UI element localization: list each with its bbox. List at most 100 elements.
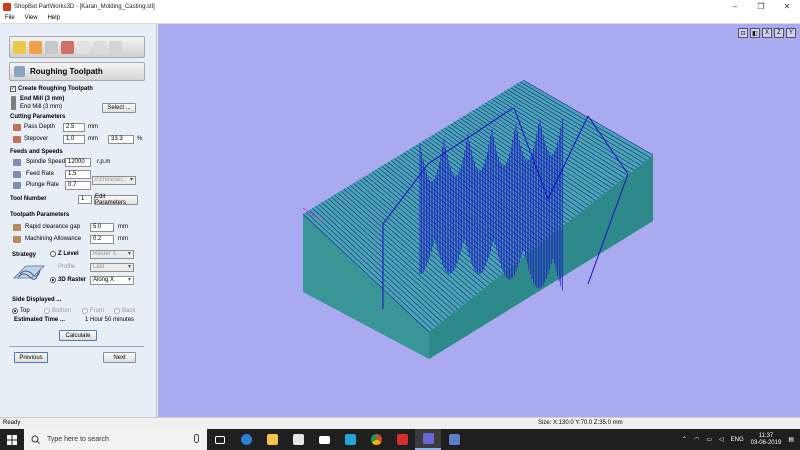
window-title: ShopBot PartWorks3D - [Karan_Molding_Cas…: [14, 3, 155, 10]
menu-file[interactable]: File: [0, 15, 20, 21]
feed-rate-input[interactable]: 1.5: [65, 170, 91, 179]
machining-allowance-input[interactable]: 0.2: [90, 235, 114, 244]
roughing-toolpath-header[interactable]: Roughing Toolpath: [9, 62, 145, 81]
notifications-icon[interactable]: ▤: [788, 436, 794, 443]
side-front-radio[interactable]: [82, 308, 88, 314]
raster3d-select[interactable]: Along X: [90, 276, 134, 285]
toolpath-panel: Roughing Toolpath ✓ Create Roughing Tool…: [0, 24, 157, 417]
panel-divider: [9, 346, 144, 347]
stepover-input[interactable]: 1.0: [63, 135, 85, 144]
close-button[interactable]: ✕: [774, 0, 800, 13]
taskbar-edge[interactable]: [233, 429, 259, 450]
partworks-icon: [422, 433, 434, 444]
stepover-label: Stepover: [24, 136, 49, 142]
estimated-time-label: Estimated Time ...: [14, 317, 65, 323]
profile-select[interactable]: Last: [90, 263, 134, 272]
app-c-icon: [344, 434, 356, 445]
setup-icon[interactable]: [29, 40, 42, 54]
cutting-parameters-header: Cutting Parameters: [10, 114, 66, 120]
pass-depth-icon: [13, 124, 21, 131]
feeds-speeds-header: Feeds and Speeds: [10, 149, 63, 155]
clock-date: 03-06-2019: [750, 439, 782, 446]
search-placeholder: Type here to search: [47, 436, 109, 443]
next-button[interactable]: Next: [103, 352, 136, 363]
taskbar-store[interactable]: [285, 429, 311, 450]
plunge-rate-label: Plunge Rate: [26, 182, 60, 188]
raster3d-label: 3D Raster: [58, 277, 87, 283]
create-roughing-checkbox[interactable]: ✓: [10, 86, 16, 92]
pass-depth-input[interactable]: 2.5: [63, 123, 85, 132]
title-bar: ShopBot PartWorks3D - [Karan_Molding_Cas…: [0, 0, 800, 13]
taskbar-search[interactable]: Type here to search: [24, 429, 207, 450]
previous-button[interactable]: Previous: [14, 352, 48, 363]
taskbar-mail[interactable]: [311, 429, 337, 450]
tool-subtitle: End Mill (3 mm): [20, 104, 63, 110]
toolpath-parameters-header: Toolpath Parameters: [10, 212, 70, 218]
edge-icon: [240, 434, 252, 445]
cutout-icon[interactable]: [93, 40, 106, 54]
task-view-icon: [215, 435, 225, 444]
roughing-header-icon: [14, 66, 25, 77]
select-tool-button[interactable]: Select ...: [102, 103, 136, 113]
taskbar-explorer[interactable]: [259, 429, 285, 450]
app-logo-icon: [3, 2, 11, 11]
clock[interactable]: 11:37 03-06-2019: [751, 433, 782, 447]
spindle-speed-label: Spindle Speed: [26, 159, 66, 165]
language-indicator[interactable]: ENG: [731, 437, 744, 443]
stepover-icon: [13, 136, 21, 143]
volume-icon[interactable]: ◁: [719, 436, 724, 443]
taskbar-viewer[interactable]: [441, 429, 467, 450]
pass-depth-unit: mm: [88, 124, 98, 130]
taskbar-chrome[interactable]: [363, 429, 389, 450]
3d-viewport[interactable]: ⊡ ◧ X Z Y: [158, 24, 800, 417]
toolpath-model-view: [302, 79, 654, 359]
feed-rate-icon: [13, 171, 21, 178]
search-icon: [31, 435, 40, 444]
side-top-radio[interactable]: [12, 308, 18, 314]
feed-unit-select[interactable]: inches/sec: [92, 176, 136, 185]
tool-number-input[interactable]: 1: [78, 195, 92, 204]
taskbar-autodesk[interactable]: [389, 429, 415, 450]
rapid-clearance-unit: mm: [118, 224, 128, 230]
maximize-button[interactable]: ❐: [748, 0, 774, 13]
raster-strategy-icon: [13, 265, 45, 280]
side-back-radio[interactable]: [114, 308, 120, 314]
zlevel-select[interactable]: Raster X: [90, 250, 134, 259]
menu-view[interactable]: View: [20, 15, 43, 21]
calculate-button[interactable]: Calculate: [59, 330, 97, 341]
taskbar-app-c[interactable]: [337, 429, 363, 450]
rapid-clearance-label: Rapid clearance gap: [25, 224, 81, 230]
finishing-icon[interactable]: [77, 40, 90, 54]
taskbar-partworks[interactable]: [415, 429, 441, 450]
tool-title: End Mill (3 mm): [20, 96, 65, 102]
stepover-unit: mm: [88, 136, 98, 142]
tray-chevron-icon[interactable]: ⌃: [682, 436, 687, 443]
stepover-percent-input[interactable]: 33.3: [108, 135, 134, 144]
raster3d-radio[interactable]: [50, 277, 56, 283]
save-toolpath-icon[interactable]: [109, 40, 122, 54]
roughing-icon[interactable]: [61, 40, 74, 54]
machining-allowance-label: Machining Allowance: [25, 236, 82, 242]
tool-number-label: Tool Number: [10, 196, 47, 202]
end-mill-icon: [11, 96, 16, 110]
edit-parameters-button[interactable]: Edit Parameters: [94, 194, 138, 206]
toolpath-toolbar: [9, 36, 145, 58]
system-tray: ⌃ ◠ ▭ ◁ ENG 11:37 03-06-2019 ▤: [682, 429, 800, 450]
microphone-icon[interactable]: [194, 434, 199, 443]
start-button[interactable]: [0, 429, 24, 450]
zlevel-radio[interactable]: [50, 251, 56, 257]
menu-help[interactable]: Help: [43, 15, 65, 21]
estimated-time-value: 1 Hour 50 minutes: [85, 317, 135, 323]
side-bottom-radio[interactable]: [44, 308, 50, 314]
plunge-rate-input[interactable]: 0.7: [65, 181, 91, 190]
scale-icon[interactable]: [45, 40, 58, 54]
folder-icon: [266, 434, 278, 445]
create-roughing-label: Create Roughing Toolpath: [18, 86, 93, 92]
battery-icon[interactable]: ▭: [706, 436, 712, 443]
rapid-clearance-input[interactable]: 5.0: [90, 223, 114, 232]
minimize-button[interactable]: –: [722, 0, 748, 13]
spindle-speed-input[interactable]: 12000: [65, 158, 91, 167]
wifi-icon[interactable]: ◠: [694, 436, 699, 443]
task-view-button[interactable]: [207, 429, 233, 450]
import-icon[interactable]: [13, 40, 26, 54]
